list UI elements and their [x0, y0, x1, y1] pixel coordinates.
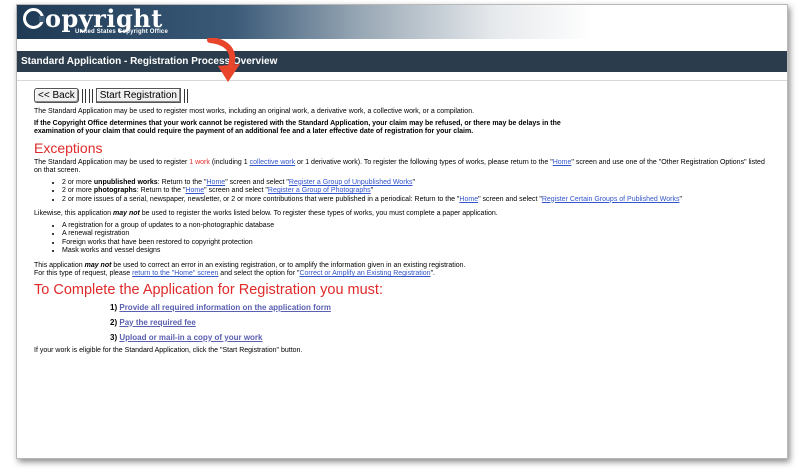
home-link[interactable]: Home [185, 187, 204, 194]
list-item: 2 or more unpublished works: Return to t… [62, 179, 775, 188]
browser-frame: opyright United States Copyright Office … [16, 4, 788, 459]
return-home-link[interactable]: return to the "Home" screen [132, 270, 218, 277]
collective-work-link[interactable]: collective work [250, 159, 296, 166]
list-item: A registration for a group of updates to… [62, 222, 775, 231]
steps-list: 1) Provide all required information on t… [34, 303, 775, 342]
navigation-buttons: << Back Start Registration [34, 87, 775, 104]
copyright-c-icon [23, 8, 45, 29]
correction-note-2: For this type of request, please return … [34, 270, 435, 277]
arrow-head [218, 64, 240, 82]
arrow-curve [207, 38, 236, 71]
refusal-warning: If the Copyright Office determines that … [34, 119, 561, 136]
step-item: 3) Upload or mail-in a copy of your work [110, 332, 263, 342]
upload-copy-link[interactable]: Upload or mail-in a copy of your work [119, 333, 262, 342]
exceptions-heading: Exceptions [34, 139, 103, 156]
paper-application-note: Likewise, this application may not be us… [34, 210, 498, 217]
copyright-banner: opyright United States Copyright Office [17, 5, 787, 39]
register-groups-published-link[interactable]: Register Certain Groups of Published Wor… [542, 196, 680, 203]
one-work-text: 1 work [189, 158, 210, 166]
list-item: 2 or more photographs: Return to the "Ho… [62, 187, 775, 196]
copyright-office-subtitle: United States Copyright Office [75, 29, 169, 35]
pointer-arrow-icon [207, 38, 240, 82]
intro-text: The Standard Application may be used to … [34, 108, 475, 115]
button-separator [81, 88, 86, 103]
register-group-photographs-link[interactable]: Register a Group of Photographs [268, 187, 371, 194]
back-button[interactable]: << Back [34, 88, 79, 103]
provide-information-link[interactable]: Provide all required information on the … [119, 303, 331, 312]
home-link[interactable]: Home [207, 179, 226, 186]
step-item: 1) Provide all required information on t… [110, 302, 331, 312]
group-options-list: 2 or more unpublished works: Return to t… [34, 179, 775, 205]
correction-note: This application may not be used to corr… [34, 261, 466, 269]
list-item: Foreign works that have been restored to… [62, 239, 775, 248]
home-link[interactable]: Home [459, 196, 478, 203]
complete-application-heading: To Complete the Application for Registra… [34, 281, 383, 298]
start-registration-button[interactable]: Start Registration [95, 88, 181, 103]
paper-only-list: A registration for a group of updates to… [34, 222, 775, 256]
button-separator [183, 88, 188, 103]
register-group-unpublished-link[interactable]: Register a Group of Unpublished Works [289, 179, 413, 186]
main-content: << Back Start Registration The Standard … [17, 80, 787, 458]
list-item: 2 or more issues of a serial, newspaper,… [34, 196, 775, 205]
list-item: Mask works and vessel designs [62, 247, 775, 256]
step-item: 2) Pay the required fee [110, 317, 196, 327]
home-link[interactable]: Home [553, 159, 572, 166]
start-instructions: If your work is eligible for the Standar… [34, 346, 303, 354]
correct-amplify-link[interactable]: Correct or Amplify an Existing Registrat… [299, 270, 430, 277]
exceptions-intro: The Standard Application may be used to … [34, 158, 765, 175]
list-item: A renewal registration [62, 230, 775, 239]
button-separator [88, 88, 93, 103]
pay-fee-link[interactable]: Pay the required fee [119, 318, 195, 327]
page-title: Standard Application - Registration Proc… [17, 51, 787, 72]
